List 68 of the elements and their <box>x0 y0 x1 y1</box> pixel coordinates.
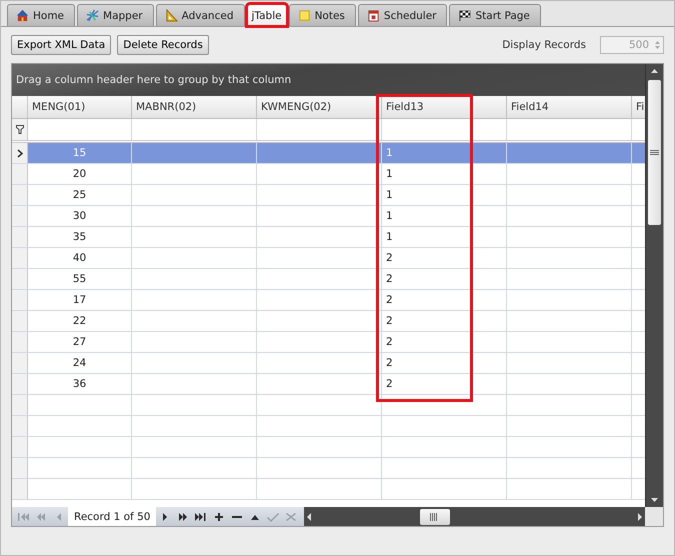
table-row[interactable]: 36 2 <box>12 374 645 395</box>
empty-row[interactable] <box>12 395 645 416</box>
checkered-flag-icon <box>458 9 472 22</box>
filter-icon[interactable] <box>16 125 24 134</box>
scroll-thumb[interactable] <box>648 80 661 225</box>
horizontal-scrollbar[interactable] <box>304 507 645 526</box>
table-cell: 1 <box>386 231 393 243</box>
group-panel: Drag a column header here to group by that column <box>12 64 645 96</box>
column-header[interactable]: Field14 <box>507 96 632 118</box>
column-header[interactable]: KWMENG(02) <box>257 96 382 118</box>
table-cell: 2 <box>386 315 393 327</box>
table-cell: 36 <box>72 378 86 390</box>
scroll-thumb[interactable] <box>420 508 450 524</box>
table-cell: 2 <box>386 252 393 264</box>
table-cell: 24 <box>72 357 86 369</box>
table-cell: 2 <box>386 378 393 390</box>
table-cell: 20 <box>72 168 86 180</box>
table-row[interactable]: 30 1 <box>12 206 645 227</box>
table-cell: 2 <box>386 294 393 306</box>
table-cell: 1 <box>386 210 393 222</box>
note-icon <box>298 9 311 22</box>
table-row[interactable]: 22 2 <box>12 311 645 332</box>
column-header[interactable]: Field13 <box>382 96 507 118</box>
vertical-scrollbar[interactable] <box>645 64 663 507</box>
table-cell: 2 <box>386 357 393 369</box>
record-counter: Record 1 of 50 <box>68 507 156 526</box>
table-cell: 22 <box>72 315 86 327</box>
table-cell: 1 <box>386 189 393 201</box>
row-header[interactable] <box>12 143 28 163</box>
tab[interactable]: jTable <box>246 4 287 26</box>
column-header[interactable]: MABNR(02) <box>132 96 257 118</box>
table-row[interactable]: 24 2 <box>12 353 645 374</box>
tab[interactable]: Notes <box>288 4 356 26</box>
table-row[interactable]: 20 1 <box>12 164 645 185</box>
table-row[interactable]: 35 1 <box>12 227 645 248</box>
toolbar-button[interactable]: Export XML Data <box>11 35 112 55</box>
tab[interactable]: Home <box>7 4 76 26</box>
scrollbar-corner <box>645 507 663 526</box>
table-cell: 17 <box>72 294 86 306</box>
table-row[interactable]: 25 1 <box>12 185 645 206</box>
tab[interactable]: Start Page <box>449 4 541 26</box>
table-cell: 25 <box>72 189 86 201</box>
column-header[interactable]: MENG(01) <box>28 96 132 118</box>
grip-icon <box>430 512 440 520</box>
table-cell: 2 <box>386 273 393 285</box>
lines-icon <box>86 9 100 22</box>
table-row[interactable]: 40 2 <box>12 248 645 269</box>
table-cell: 2 <box>386 336 393 348</box>
current-row-icon <box>16 148 22 158</box>
grip-icon <box>650 150 659 156</box>
toolbar-button[interactable]: Delete Records <box>117 35 209 55</box>
table-cell: 35 <box>72 231 86 243</box>
display-records-label: Display Records <box>502 39 586 51</box>
house-icon <box>16 9 29 22</box>
tab[interactable]: Advanced <box>156 4 244 26</box>
table-cell: 40 <box>72 252 86 264</box>
table-cell: 55 <box>72 273 86 285</box>
table-cell: 1 <box>386 168 393 180</box>
table-row[interactable]: 17 2 <box>12 290 645 311</box>
tab[interactable]: Mapper <box>77 4 154 26</box>
calendar-icon <box>366 9 380 22</box>
table-cell: 30 <box>72 210 86 222</box>
table-cell: 27 <box>72 336 86 348</box>
table-row[interactable]: 27 2 <box>12 332 645 353</box>
table-cell: 15 <box>72 147 86 159</box>
tab[interactable]: Scheduler <box>358 4 448 26</box>
table-row[interactable]: 55 2 <box>12 269 645 290</box>
table-cell: 1 <box>386 147 393 159</box>
